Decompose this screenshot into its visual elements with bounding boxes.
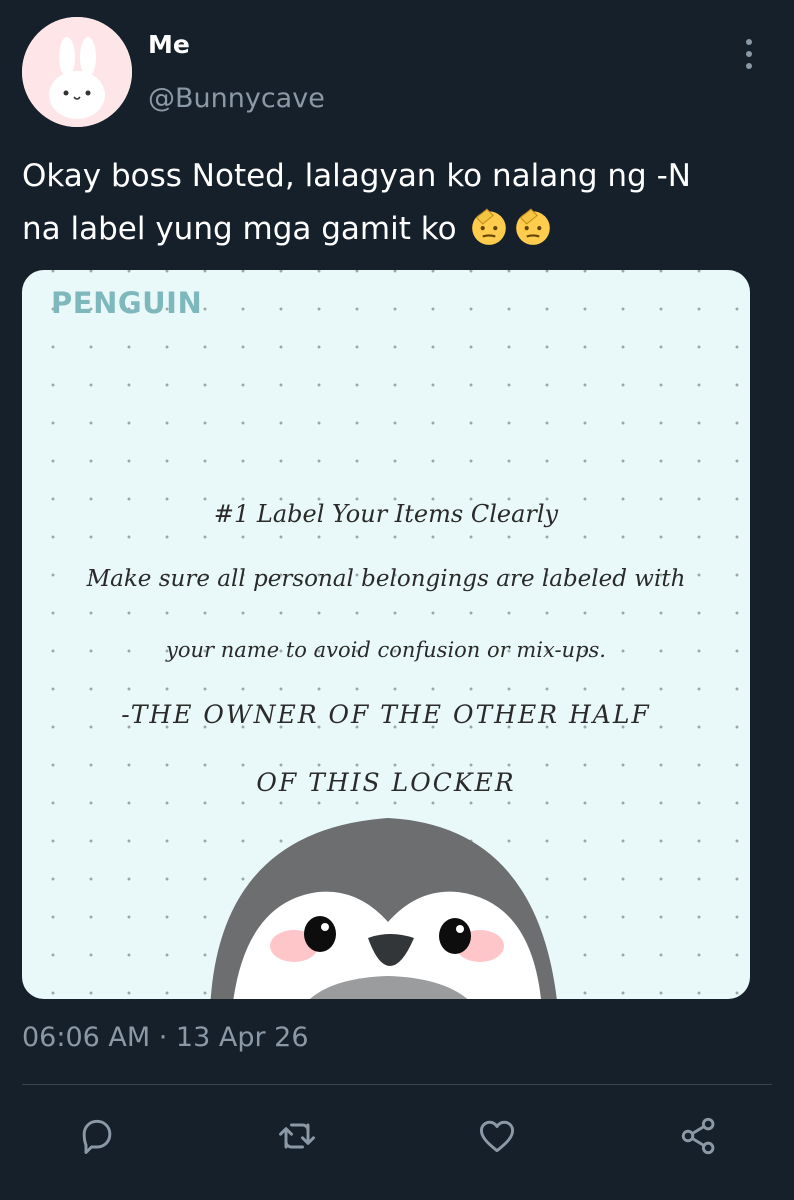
share-button[interactable] (677, 1114, 721, 1158)
tweet-text-line: Okay boss Noted, lalagyan ko nalang ng -… (22, 158, 691, 194)
note-signature-line-2: OF THIS LOCKER (256, 768, 516, 797)
saluting-face-emoji-icon (516, 208, 551, 245)
reply-icon (82, 1119, 112, 1154)
share-icon (681, 1117, 715, 1155)
retweet-icon (279, 1123, 315, 1149)
note-body-line-2: your name to avoid confusion or mix-ups. (166, 638, 606, 662)
reply-button[interactable] (75, 1114, 119, 1158)
more-vertical-icon (746, 39, 752, 69)
retweet-button[interactable] (275, 1114, 319, 1158)
divider (22, 1084, 772, 1085)
tweet-text-line-2: na label yung mga gamit ko (22, 203, 794, 256)
note-heading: #1 Label Your Items Clearly (213, 500, 559, 528)
like-button[interactable] (475, 1114, 519, 1158)
note-body-line: Make sure all personal belongings are la… (86, 566, 686, 592)
more-options-button[interactable] (734, 36, 764, 72)
tweet-text: Okay boss Noted, lalagyan ko nalang ng -… (22, 150, 794, 256)
penguin-illustration-icon (210, 818, 557, 999)
display-name[interactable]: Me (148, 30, 190, 59)
user-handle[interactable]: @Bunnycave (148, 83, 325, 114)
avatar[interactable] (22, 17, 132, 127)
saluting-face-emoji-icon (472, 208, 507, 245)
tweet-text-line-content: na label yung mga gamit ko (22, 211, 457, 247)
bunny-avatar-icon (22, 17, 132, 127)
like-icon (479, 1120, 515, 1153)
tweet-image[interactable]: PENGUIN #1 Label Your Items Clearly Make… (22, 270, 750, 999)
note-signature-line: -THE OWNER OF THE OTHER HALF (121, 700, 651, 729)
notepad-brand-title: PENGUIN (51, 286, 203, 320)
tweet-timestamp[interactable]: 06:06 AM · 13 Apr 26 (22, 1022, 309, 1053)
